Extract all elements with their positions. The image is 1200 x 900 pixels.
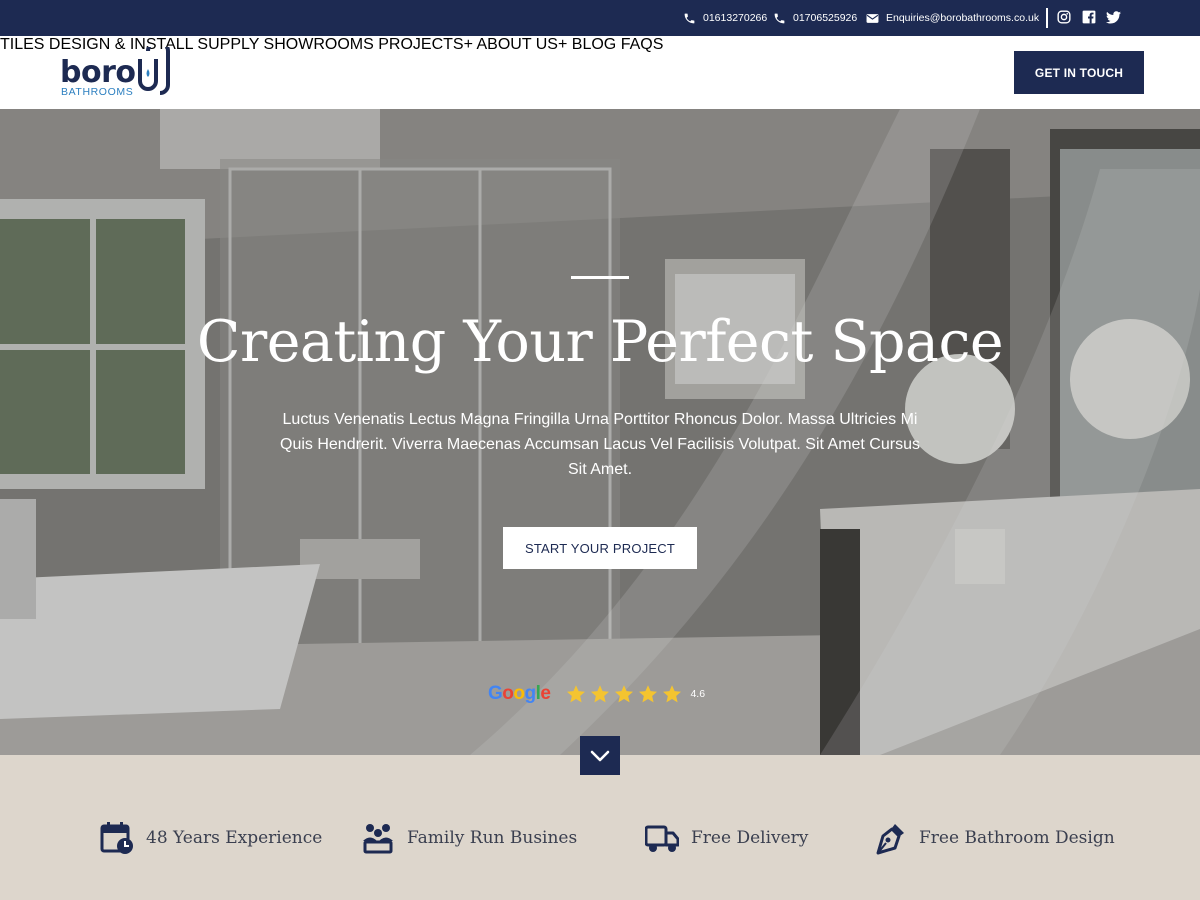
features-strip: 48 Years Experience Family Run Busines F… bbox=[0, 755, 1200, 900]
nav-showrooms[interactable]: SHOWROOMS bbox=[264, 36, 374, 53]
feature-family-run: Family Run Busines bbox=[361, 821, 577, 855]
facebook-icon[interactable] bbox=[1081, 9, 1097, 25]
site-header: boro BATHROOMS TILES DESIGN & INSTALL SU… bbox=[0, 36, 1200, 109]
delivery-truck-icon bbox=[645, 825, 679, 852]
feature-free-design: Free Bathroom Design bbox=[873, 821, 1115, 855]
nav-about-us[interactable]: ABOUT US+ bbox=[476, 36, 567, 53]
instagram-icon[interactable] bbox=[1056, 9, 1072, 25]
feature-free-delivery: Free Delivery bbox=[645, 821, 808, 855]
email-address: Enquiries@borobathrooms.co.uk bbox=[886, 12, 1040, 24]
feature-label: Free Bathroom Design bbox=[919, 828, 1115, 848]
envelope-icon bbox=[866, 13, 879, 23]
family-icon bbox=[363, 824, 393, 854]
nav-projects[interactable]: PROJECTS+ bbox=[378, 36, 473, 53]
rating-stars bbox=[566, 684, 682, 704]
nav-faqs[interactable]: FAQS bbox=[621, 36, 664, 53]
logo-tap-mark-icon bbox=[138, 47, 170, 95]
phone-icon bbox=[684, 13, 695, 23]
feature-label: Family Run Busines bbox=[407, 828, 578, 848]
star-icon bbox=[639, 685, 658, 703]
feature-experience: 48 Years Experience bbox=[100, 821, 322, 855]
phone-link-1[interactable]: 01613270266 bbox=[683, 0, 767, 36]
nav-supply[interactable]: SUPPLY bbox=[197, 36, 259, 53]
email-link[interactable]: Enquiries@borobathrooms.co.uk bbox=[866, 0, 1039, 36]
start-your-project-button[interactable]: START YOUR PROJECT bbox=[503, 527, 697, 569]
calendar-clock-icon bbox=[100, 822, 133, 854]
star-icon bbox=[663, 685, 682, 703]
star-icon bbox=[591, 685, 610, 703]
google-logo: Google bbox=[488, 683, 551, 704]
hero-accent-line bbox=[571, 276, 629, 279]
phone-number-2: 01706525926 bbox=[793, 12, 858, 24]
hero-lead-text: Luctus Venenatis Lectus Magna Fringilla … bbox=[280, 411, 920, 478]
hero-title: Creating Your Perfect Space bbox=[196, 309, 1004, 375]
star-icon bbox=[567, 685, 586, 703]
phone-icon bbox=[774, 13, 785, 23]
feature-label: 48 Years Experience bbox=[146, 828, 323, 848]
nav-tiles[interactable]: TILES bbox=[0, 36, 44, 53]
get-in-touch-button[interactable]: GET IN TOUCH bbox=[1014, 51, 1144, 94]
topbar-divider bbox=[1046, 8, 1048, 28]
star-icon bbox=[615, 685, 634, 703]
phone-number-1: 01613270266 bbox=[703, 12, 768, 24]
top-contact-bar: 01613270266 01706525926 Enquiries@boroba… bbox=[0, 0, 1200, 36]
rating-score: 4.6 bbox=[690, 688, 706, 700]
nav-blog[interactable]: BLOG bbox=[572, 36, 616, 53]
boro-bathrooms-logo[interactable]: boro BATHROOMS bbox=[60, 47, 175, 99]
logo-subtitle: BATHROOMS bbox=[61, 86, 134, 98]
feature-label: Free Delivery bbox=[691, 828, 809, 848]
logo-wordmark: boro bbox=[60, 55, 136, 90]
phone-link-2[interactable]: 01706525926 bbox=[773, 0, 857, 36]
hero-banner: Creating Your Perfect Space Luctus Venen… bbox=[0, 109, 1200, 755]
google-rating[interactable]: Google 4.6 bbox=[488, 682, 705, 706]
design-pen-icon bbox=[876, 824, 904, 855]
twitter-icon[interactable] bbox=[1105, 9, 1121, 25]
